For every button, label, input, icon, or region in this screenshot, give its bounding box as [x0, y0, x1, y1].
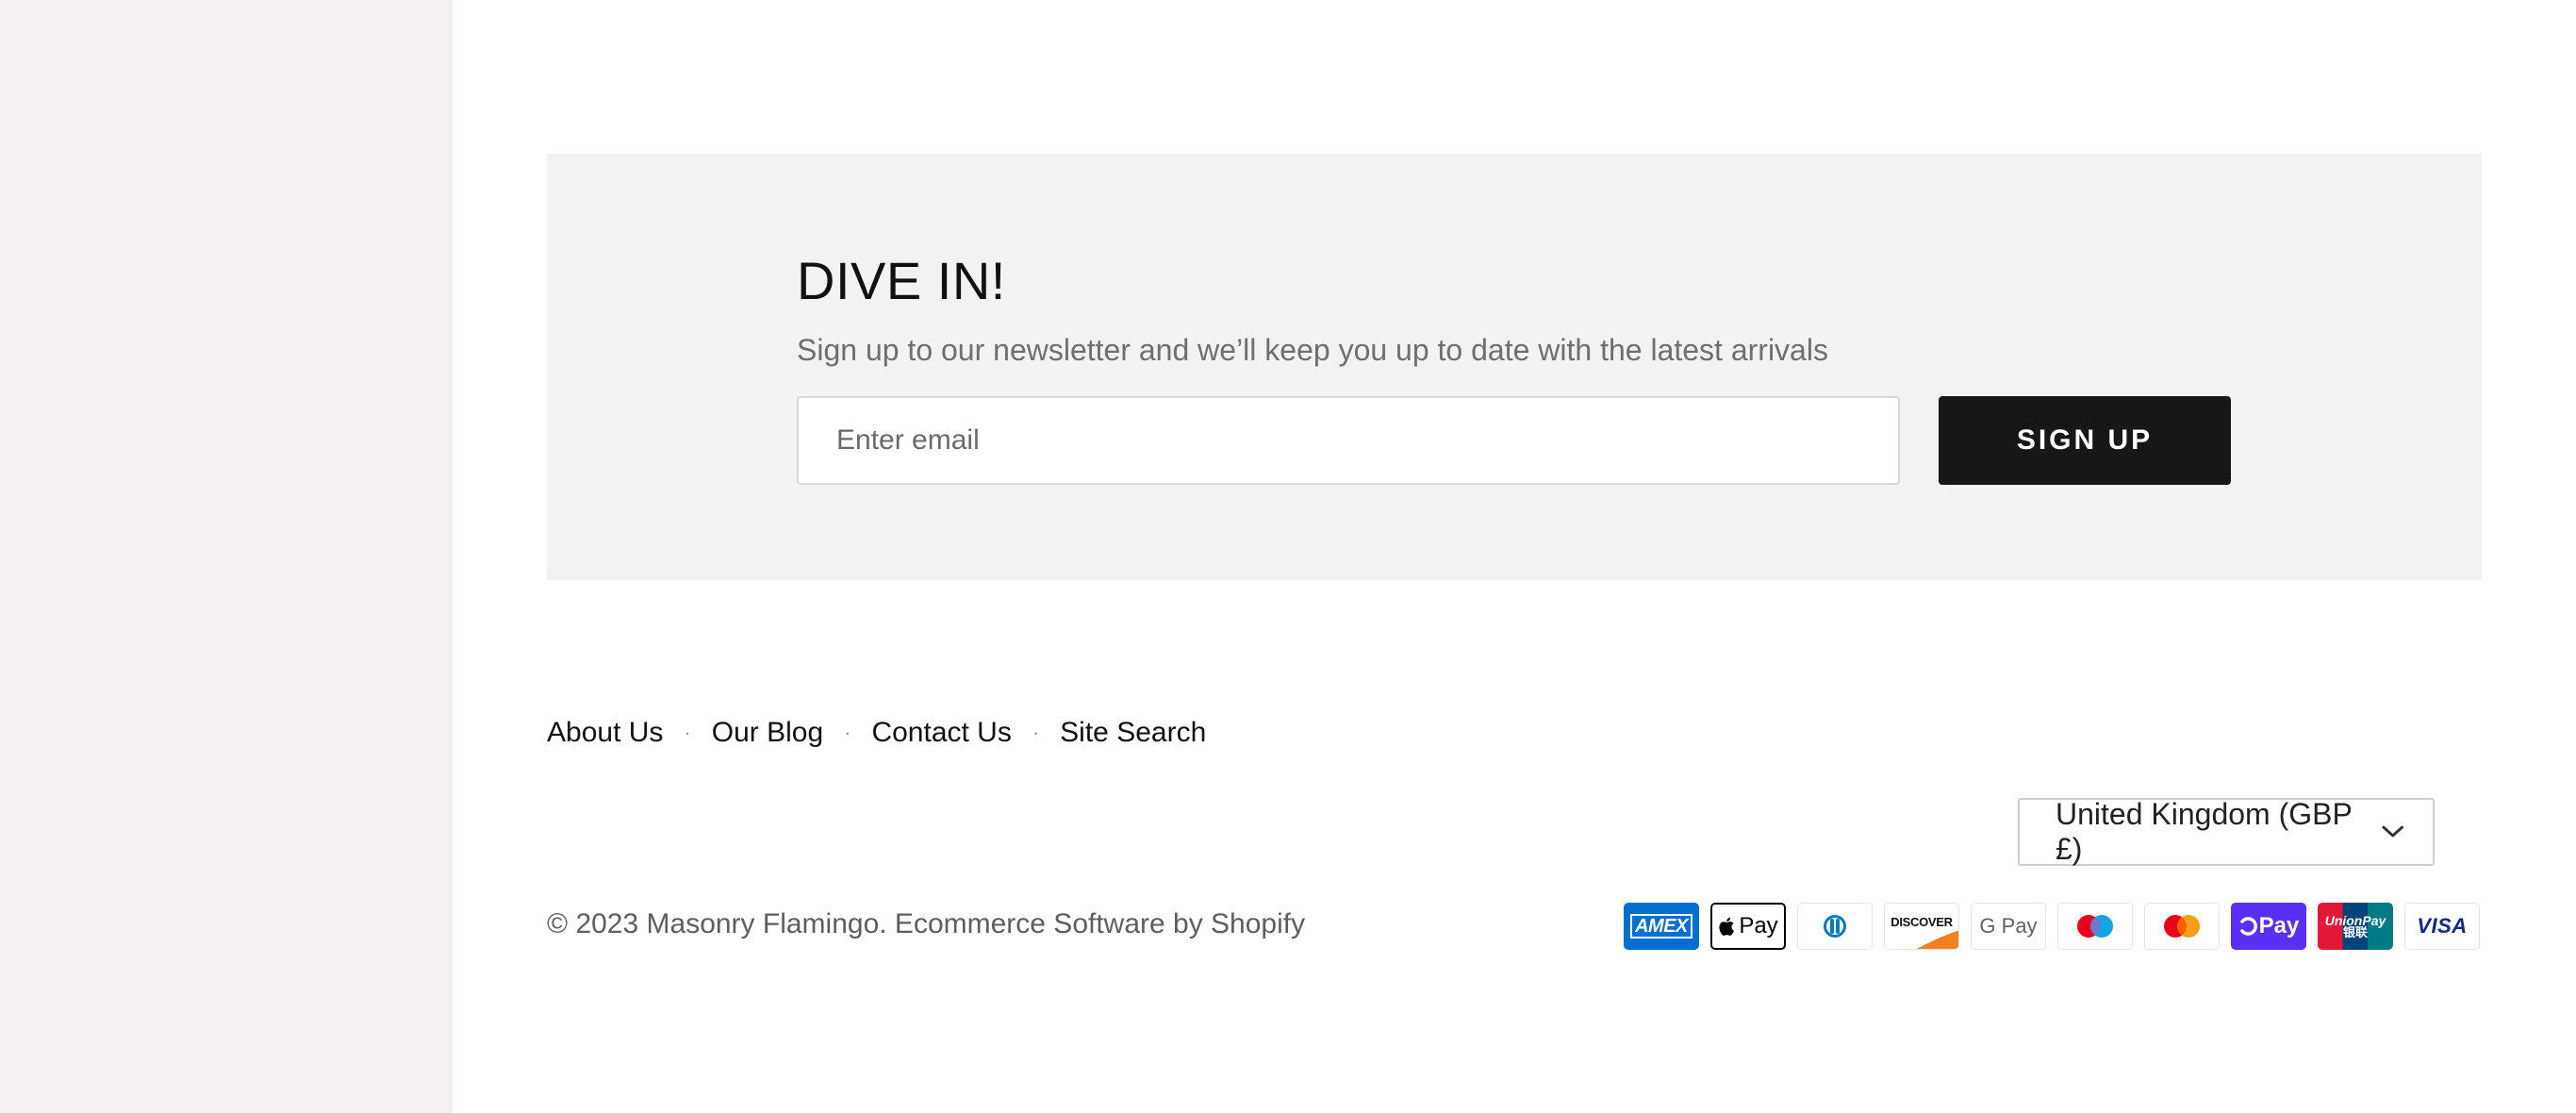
maestro-logo-icon — [2077, 915, 2113, 938]
newsletter-subtitle: Sign up to our newsletter and we’ll keep… — [797, 333, 1828, 367]
apple-pay-label: Pay — [1739, 913, 1778, 939]
unionpay-sublabel: 银联 — [2342, 925, 2368, 940]
diners-club-icon — [1797, 903, 1873, 950]
visa-icon: VISA — [2404, 903, 2480, 950]
main-content: DIVE IN! Sign up to our newsletter and w… — [453, 0, 2576, 1113]
visa-label: VISA — [2417, 914, 2468, 938]
google-pay-icon: G Pay — [1971, 903, 2046, 950]
footer-link-separator: · — [844, 721, 851, 744]
footer-link-separator: · — [684, 721, 691, 744]
mastercard-icon — [2144, 903, 2220, 950]
discover-icon: DISCOVER — [1884, 903, 1959, 950]
discover-stripe-icon — [1916, 930, 1958, 949]
shop-logo-icon — [2239, 917, 2257, 936]
footer-link-separator: · — [1032, 721, 1040, 744]
unionpay-label: UnionPay — [2324, 912, 2386, 928]
country-selector[interactable]: United Kingdom (GBP £) — [2018, 797, 2435, 866]
left-panel — [0, 0, 453, 1113]
amex-icon: AMEX — [1624, 903, 1699, 950]
footer-nav: About Us · Our Blog · Contact Us · Site … — [547, 717, 1206, 749]
shop-pay-icon: Pay — [2231, 903, 2306, 950]
apple-logo-icon — [1719, 917, 1735, 936]
footer-link-our-blog[interactable]: Our Blog — [712, 717, 823, 749]
signup-button[interactable]: SIGN UP — [1939, 396, 2231, 485]
apple-pay-icon: Pay — [1710, 903, 1786, 950]
mastercard-logo-icon — [2164, 915, 2200, 938]
copyright-text: © 2023 Masonry Flamingo. Ecommerce Softw… — [547, 908, 1306, 939]
footer-link-contact-us[interactable]: Contact Us — [871, 717, 1011, 749]
amex-label: AMEX — [1630, 914, 1693, 939]
chevron-down-icon — [2381, 825, 2403, 838]
shop-pay-label: Pay — [2258, 913, 2300, 939]
payment-methods: AMEX Pay DISCOVER G Pay Pay UnionPay 银联 … — [1624, 903, 2480, 950]
maestro-icon — [2057, 903, 2133, 950]
footer-link-about-us[interactable]: About Us — [547, 717, 663, 749]
country-selector-value: United Kingdom (GBP £) — [2056, 797, 2353, 866]
footer-link-site-search[interactable]: Site Search — [1060, 717, 1206, 749]
newsletter-section: DIVE IN! Sign up to our newsletter and w… — [547, 154, 2482, 580]
email-input[interactable] — [797, 396, 1900, 485]
unionpay-icon: UnionPay 银联 — [2318, 903, 2393, 950]
diners-club-logo-icon — [1824, 915, 1846, 938]
newsletter-title: DIVE IN! — [797, 251, 1006, 310]
google-pay-label: G Pay — [1979, 914, 2038, 938]
